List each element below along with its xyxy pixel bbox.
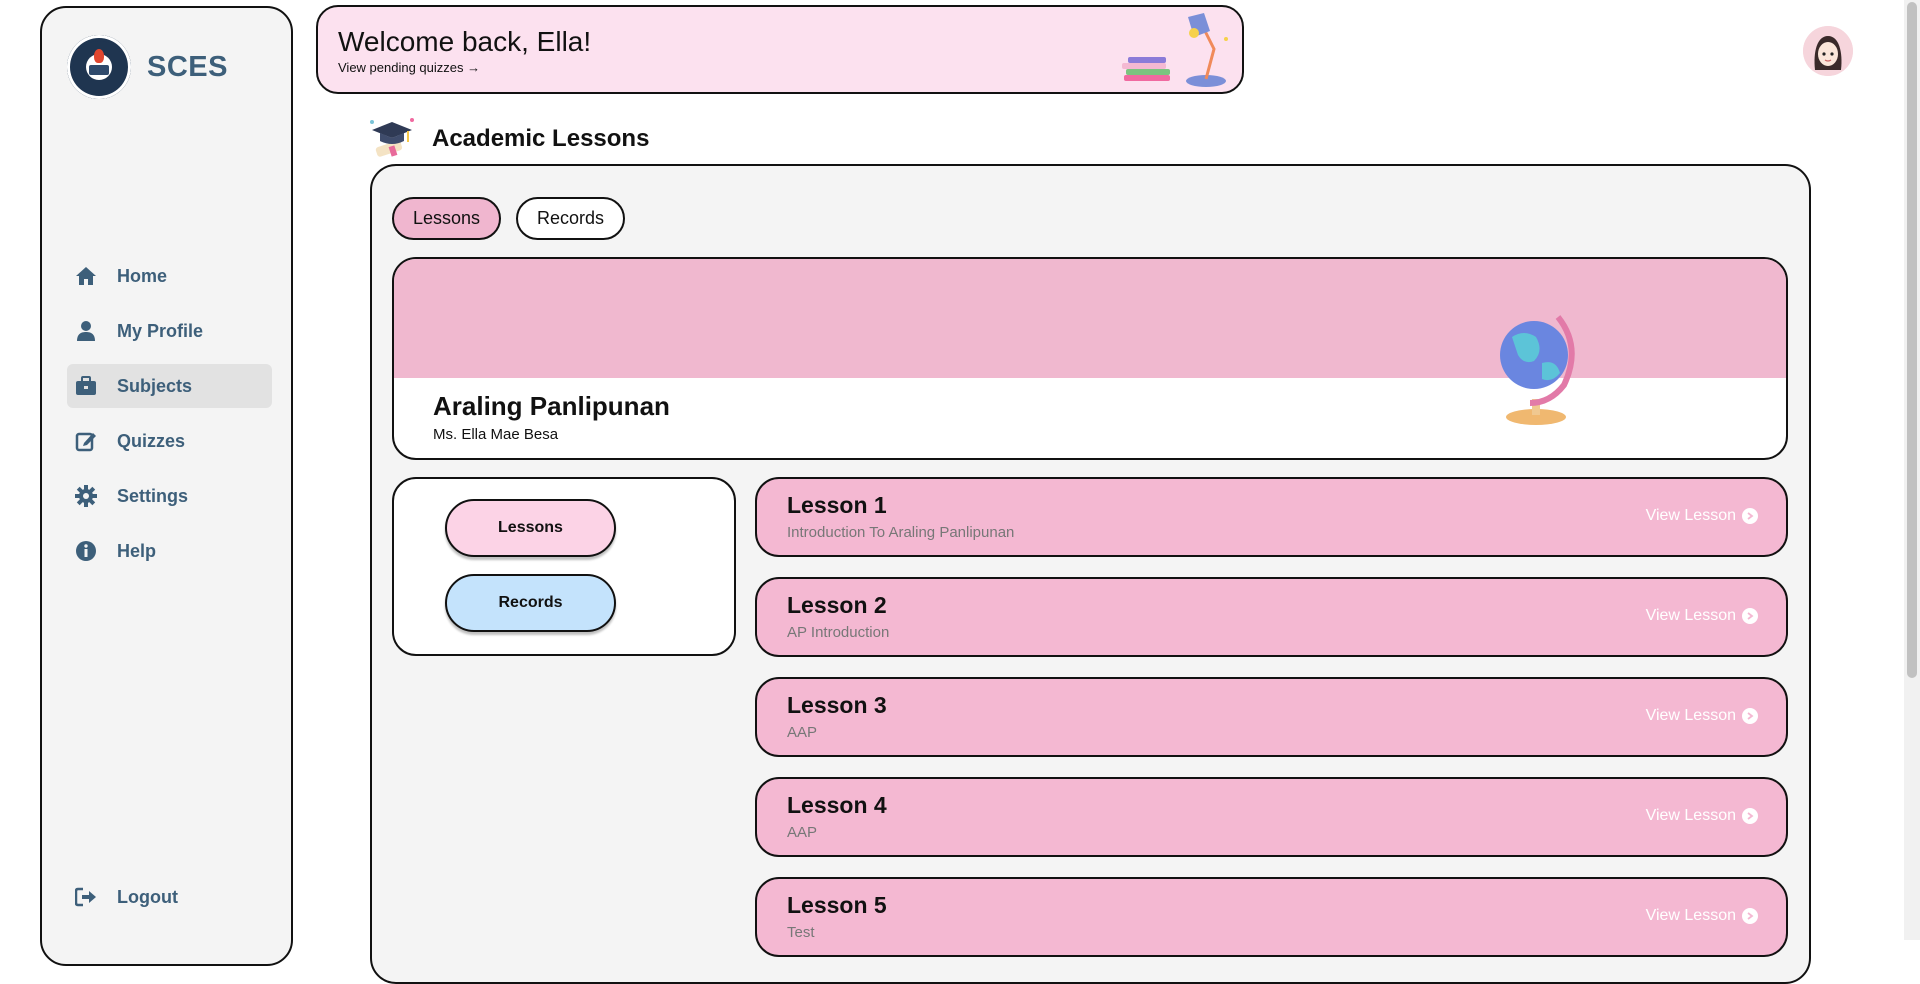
lesson-card[interactable]: Lesson 3 AAP View Lesson [755,677,1788,757]
view-lesson-link[interactable]: View Lesson [1646,807,1758,825]
logout-button[interactable]: Logout [67,875,272,919]
lesson-title: Lesson 4 [787,792,887,818]
lessons-panel: Lessons Records Araling Panlipunan Ms. E… [370,164,1811,984]
lesson-title: Lesson 5 [787,892,887,918]
page-title: Academic Lessons [432,125,650,152]
logout-label: Logout [117,886,178,907]
welcome-greeting: Welcome back, Ella! [338,26,592,57]
chevron-right-icon [1742,508,1758,524]
user-icon [73,318,99,344]
chevron-right-icon [1742,708,1758,724]
globe-illustration [1500,315,1575,425]
records-button[interactable]: Records [445,574,616,632]
tab-bar: Lessons Records [392,197,640,240]
view-lesson-link[interactable]: View Lesson [1646,907,1758,925]
edit-icon [73,428,99,454]
brand-name: SCES [147,50,228,83]
section-header: Academic Lessons [368,116,649,162]
user-avatar[interactable] [1803,26,1853,76]
chevron-right-icon [1742,808,1758,824]
sidebar-item-subjects[interactable]: Subjects [67,364,272,408]
sidebar-item-home[interactable]: Home [67,254,272,298]
sidebar-item-label: Subjects [117,375,193,396]
briefcase-icon [73,373,99,399]
sidebar-item-label: Home [117,265,168,286]
welcome-banner: Welcome back, Ella! View pending quizzes… [316,5,1244,94]
sidebar-item-label: My Profile [117,320,204,341]
view-lesson-link[interactable]: View Lesson [1646,707,1758,725]
lesson-title: Lesson 2 [787,592,887,618]
sidebar-item-label: Quizzes [117,430,186,451]
logout-icon [73,884,99,910]
sidebar-item-quizzes[interactable]: Quizzes [67,419,272,463]
lesson-card[interactable]: Lesson 2 AP Introduction View Lesson [755,577,1788,657]
lesson-subtitle: Test [787,924,815,941]
sidebar-item-label: Settings [117,485,189,506]
lessons-button[interactable]: Lessons [445,499,616,557]
subject-card: Araling Panlipunan Ms. Ella Mae Besa [392,257,1788,460]
chevron-right-icon [1742,908,1758,924]
subject-teacher: Ms. Ella Mae Besa [433,426,559,443]
lesson-subtitle: AAP [787,724,818,741]
view-lesson-link[interactable]: View Lesson [1646,607,1758,625]
graduation-cap-icon [370,118,414,157]
view-lesson-label: View Lesson [1645,907,1736,924]
lesson-card[interactable]: Lesson 4 AAP View Lesson [755,777,1788,857]
lesson-subtitle: Introduction To Araling Panlipunan [787,524,1015,541]
school-logo [67,35,131,99]
view-lesson-label: View Lesson [1645,607,1736,624]
lesson-card[interactable]: Lesson 5 Test View Lesson [755,877,1788,957]
chevron-right-icon [1742,608,1758,624]
sidebar-item-settings[interactable]: Settings [67,474,272,518]
tab-lessons[interactable]: Lessons [392,197,501,240]
gear-icon [73,483,99,509]
info-icon [73,538,99,564]
view-lesson-label: View Lesson [1645,707,1736,724]
view-lesson-label: View Lesson [1645,807,1736,824]
page-scrollbar-thumb[interactable] [1907,2,1917,678]
sidebar: SCES Home My Profile Subjects Quizzes Se… [40,6,293,966]
sidebar-item-my-profile[interactable]: My Profile [67,309,272,353]
view-lesson-label: View Lesson [1645,507,1736,524]
lesson-title: Lesson 3 [787,692,887,718]
sidebar-nav: Home My Profile Subjects Quizzes Setting… [67,254,272,584]
view-lesson-link[interactable]: View Lesson [1646,507,1758,525]
logout-section: Logout [67,875,272,930]
lesson-card[interactable]: Lesson 1 Introduction To Araling Panlipu… [755,477,1788,557]
home-icon [73,263,99,289]
lesson-title: Lesson 1 [787,492,887,518]
lesson-subtitle: AAP [787,824,818,841]
sidebar-item-help[interactable]: Help [67,529,272,573]
quick-nav-box: Lessons Records [392,477,736,656]
view-pending-quizzes-link[interactable]: View pending quizzes → [338,60,480,75]
desk-lamp-books-illustration [1122,13,1228,87]
lesson-subtitle: AP Introduction [787,624,890,641]
brand[interactable]: SCES [67,35,228,99]
subject-name: Araling Panlipunan [433,391,670,421]
tab-records[interactable]: Records [516,197,625,240]
sidebar-item-label: Help [117,540,157,561]
